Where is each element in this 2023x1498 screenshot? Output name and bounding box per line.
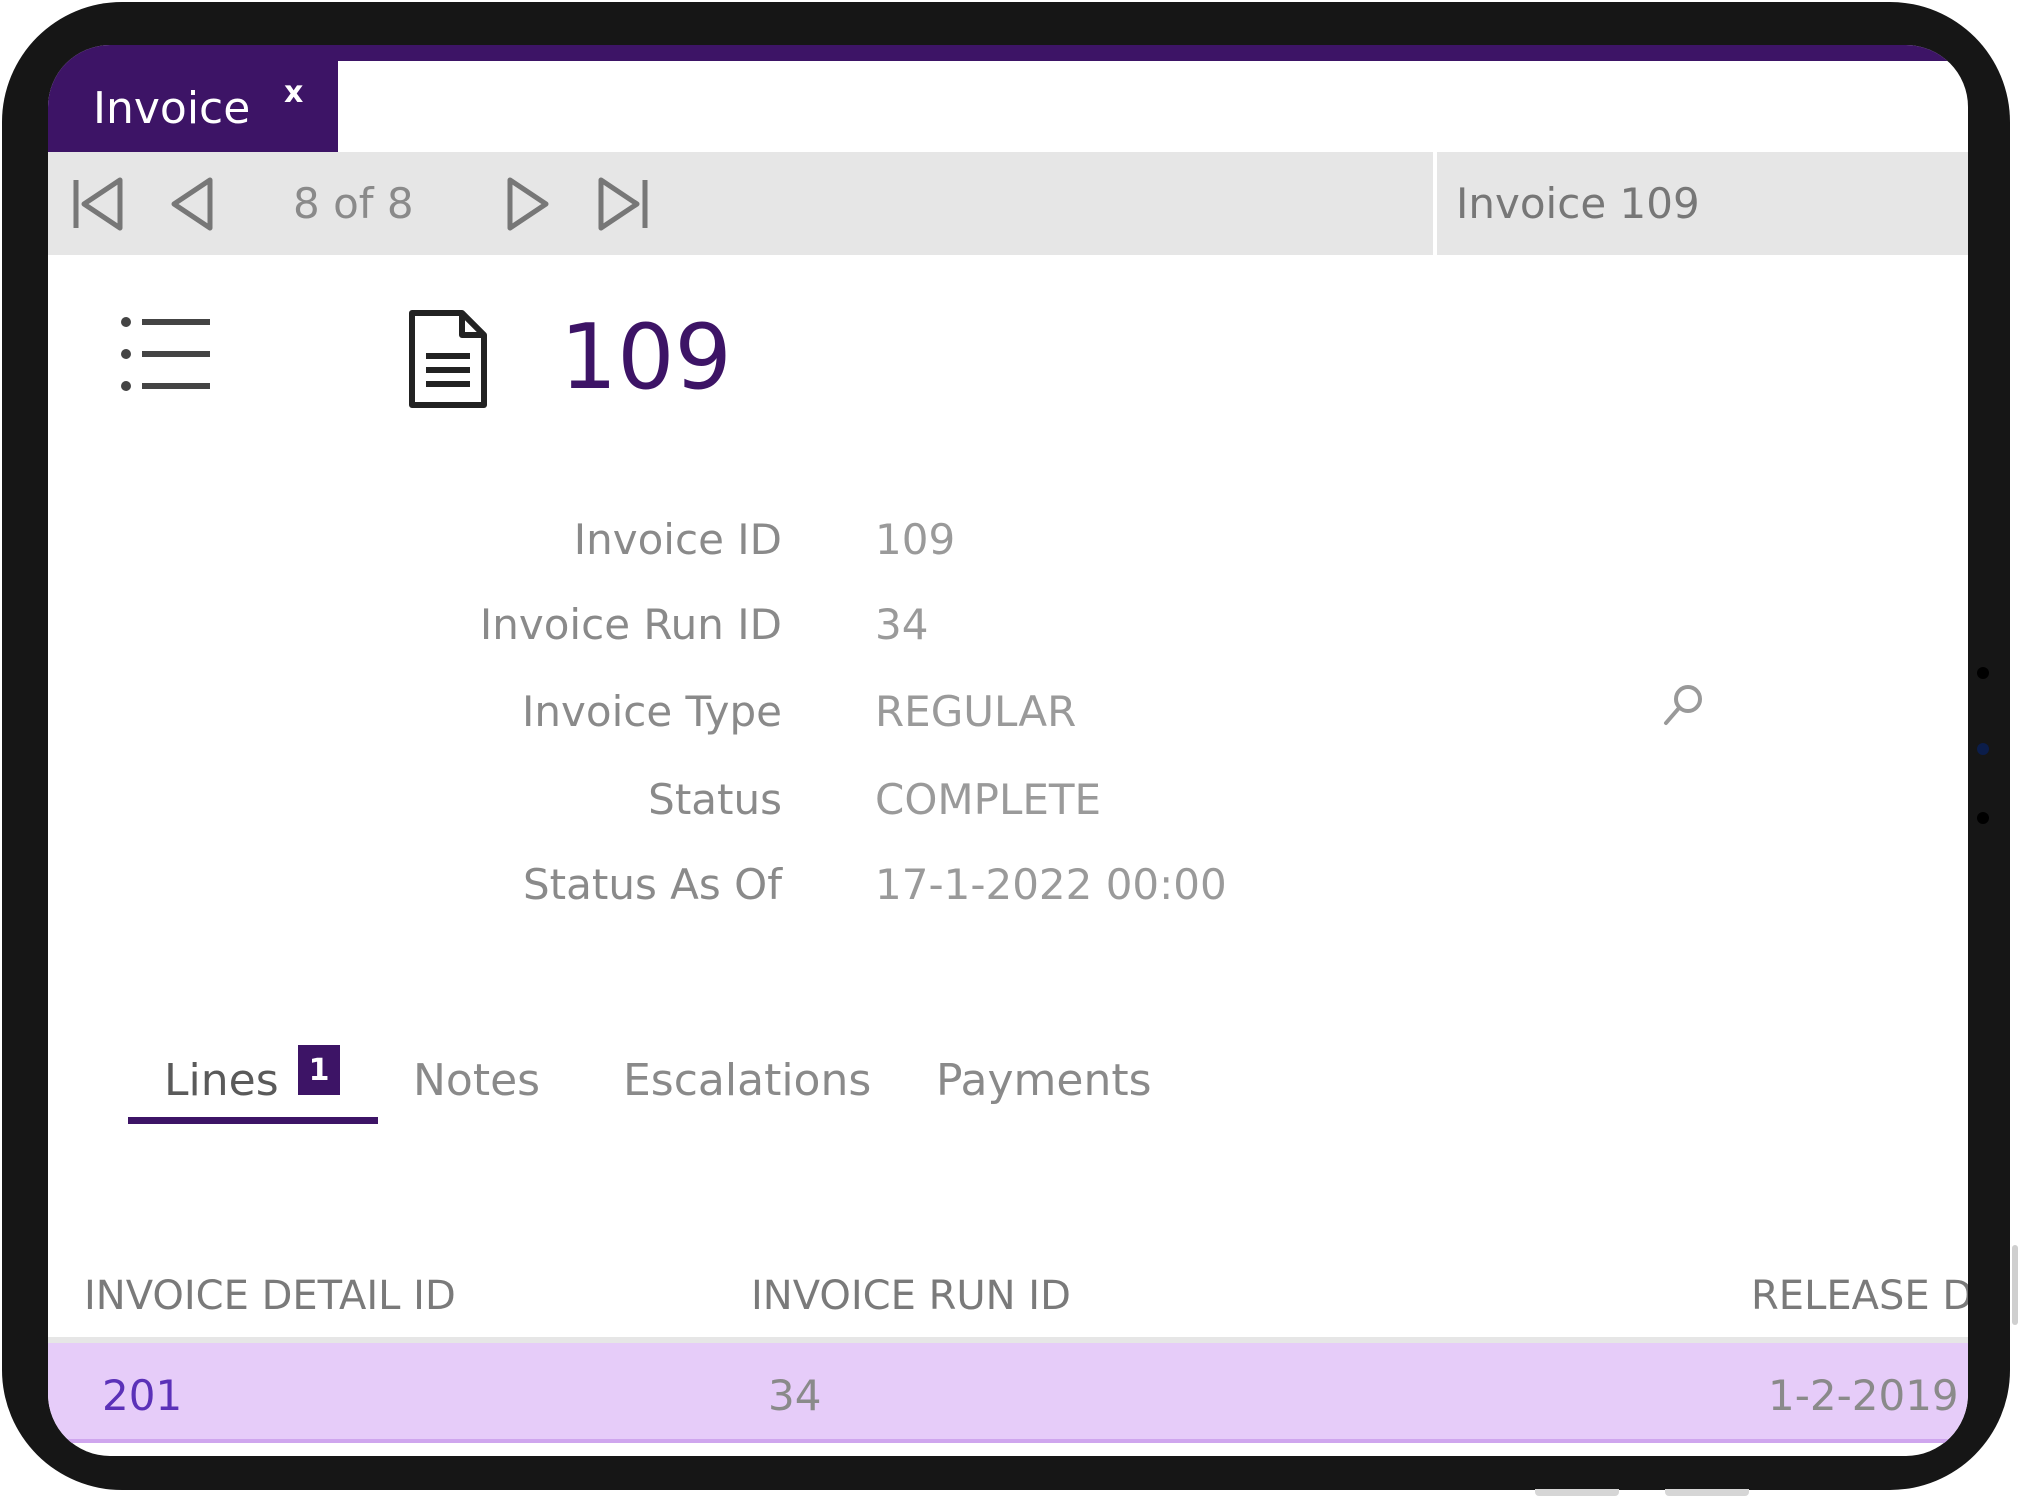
field-label: Status As Of [523,860,782,909]
app-screen: Invoice x 8 of 8 Invoice 109 109 Invoice… [48,45,1968,1456]
sensor-dot [1977,667,1989,679]
close-tab-button[interactable]: x [284,75,303,110]
record-navigation-toolbar: 8 of 8 Invoice 109 [48,152,1968,255]
tab-invoice[interactable]: Invoice x [48,61,338,152]
toolbar-divider [1433,152,1437,255]
cell-invoice-run-id: 34 [768,1371,822,1420]
field-value: 109 [875,515,956,564]
bottom-button [1665,1489,1749,1496]
field-value: REGULAR [875,687,1077,736]
document-icon [409,310,487,408]
field-invoice-id: Invoice ID 109 [48,515,1968,575]
column-header-release-date[interactable]: RELEASE D [1751,1273,1968,1319]
field-invoice-run-id: Invoice Run ID 34 [48,600,1968,660]
column-header-invoice-detail-id[interactable]: INVOICE DETAIL ID [84,1273,456,1319]
list-icon[interactable] [120,312,212,396]
cell-release-date: 1-2-2019 [1768,1371,1959,1420]
field-label: Invoice Type [522,687,782,736]
active-tab-indicator [128,1117,378,1124]
cell-invoice-detail-id[interactable]: 201 [102,1371,182,1420]
detail-tabs: Lines 1 Notes Escalations Payments [48,1045,1968,1125]
next-icon[interactable] [496,172,560,236]
last-page-icon[interactable] [591,172,655,236]
first-page-icon[interactable] [66,172,130,236]
tab-lines[interactable]: Lines [164,1055,279,1106]
tab-escalations[interactable]: Escalations [623,1055,871,1106]
bottom-button [1535,1489,1619,1496]
field-status-as-of: Status As Of 17-1-2022 00:00 [48,860,1968,920]
pager-text: 8 of 8 [293,179,414,228]
field-status: Status COMPLETE [48,775,1968,835]
record-title: Invoice 109 [1456,179,1700,228]
field-label: Invoice ID [573,515,782,564]
top-accent-bar [48,45,1968,61]
field-label: Invoice Run ID [479,600,782,649]
previous-icon[interactable] [160,172,224,236]
search-icon[interactable] [1658,681,1706,729]
field-value: COMPLETE [875,775,1102,824]
column-header-invoice-run-id[interactable]: INVOICE RUN ID [751,1273,1071,1319]
lines-count-badge: 1 [298,1045,340,1095]
field-value: 34 [875,600,929,649]
field-value: 17-1-2022 00:00 [875,860,1227,909]
tab-label: Invoice [93,83,251,134]
record-id-heading: 109 [560,305,732,410]
tab-payments[interactable]: Payments [936,1055,1152,1106]
sensor-dot [1977,812,1989,824]
table-row[interactable]: 201 34 1-2-2019 [48,1343,1968,1443]
tab-notes[interactable]: Notes [413,1055,540,1106]
field-label: Status [648,775,782,824]
side-button [2012,1245,2018,1325]
camera-dot [1977,743,1989,755]
